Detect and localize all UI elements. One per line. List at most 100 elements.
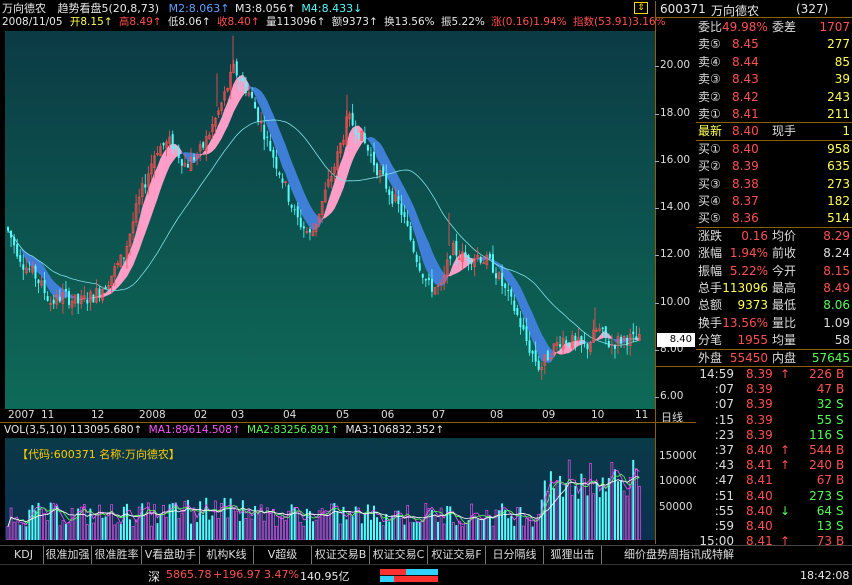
m4-value: M4:8.433↓ [301,2,363,15]
volume-bar [336,510,339,540]
tick-row[interactable]: :55 8.40 ↓ 64 S [696,504,852,519]
outer-inner-row[interactable]: 外盘 55450 内盘 57645 [696,350,852,367]
indicator-tab[interactable]: 细价盘势周指讯成特解 [602,546,756,564]
indicator-tab[interactable]: 机构K线(修 [200,546,254,578]
weibi-row[interactable]: 委比 49.98% 委差 1707 [696,19,852,36]
candle-body [296,206,299,218]
tick-price: 8.39 [746,367,773,381]
bid-row[interactable]: 买③ 8.38 273 [696,176,852,193]
stat-row[interactable]: 涨幅 1.94% 前收 8.24 [696,245,852,262]
stat-value: 113096 [722,281,768,295]
candle-body [626,337,629,346]
tick-row[interactable]: 14:59 8.39 ↑ 226 B [696,367,852,382]
indicator-tab[interactable]: 狐狸出击 [544,546,602,564]
indicator-tab[interactable]: V超级MACD [254,546,312,578]
candle-body [299,217,302,228]
volume-tick-label: 150000 [659,450,700,462]
tick-row[interactable]: :59 8.40 13 S [696,519,852,534]
volume-bar [223,497,226,540]
tick-row[interactable]: :07 8.39 47 B [696,382,852,397]
tick-row[interactable]: :43 8.41 ↑ 240 B [696,458,852,473]
stock-name-side: 万向德农 [711,4,760,18]
volume-bar [418,522,421,540]
expand-icon[interactable]: ⇕ [634,2,648,14]
market-turnover: 140.95亿 [300,570,350,583]
candle-body [510,289,513,297]
trend-ribbon-segment [38,260,42,277]
candlestick-chart[interactable] [5,31,655,409]
indicator-tab[interactable]: 很准胜率 [92,546,142,564]
indicator-tab[interactable]: 日分隔线 [486,546,544,564]
time-tick-label: 08 [490,409,504,421]
tick-row[interactable]: :37 8.40 ↑ 544 B [696,443,852,458]
price-tick-label: 20.00 [660,59,691,72]
candle-body [580,336,583,344]
bid-volume: 514 [827,211,850,226]
ask-row[interactable]: 卖④ 8.44 85 [696,54,852,71]
tick-volume: 47 [816,382,832,397]
ask-row[interactable]: 卖③ 8.43 39 [696,71,852,88]
bid-row[interactable]: 买⑤ 8.36 514 [696,210,852,227]
price-tick-label: 18.00 [660,106,691,119]
ask-row[interactable]: 卖⑤ 8.45 277 [696,36,852,53]
candle-body [586,343,589,350]
volume-bar [430,509,433,540]
candle-body [171,134,174,150]
clock: 18:42:08 [800,569,850,582]
ask-price: 8.42 [732,89,759,104]
xianshou-label: 现手 [772,124,797,139]
tick-row[interactable]: :23 8.39 116 S [696,428,852,443]
candle-body [244,81,247,93]
ask-row[interactable]: 卖② 8.42 243 [696,89,852,106]
ask-level-label: 卖① [698,107,721,121]
indicator-name: 趋势看盘5(20,8,73) [57,2,160,15]
tick-row[interactable]: :51 8.40 273 S [696,489,852,504]
tick-row[interactable]: :47 8.41 67 B [696,473,852,488]
tick-volume: 116 [809,427,832,442]
ma2-label: MA2:83256.891↑ [247,424,340,436]
volume-bar [129,519,131,540]
volume-bar [519,507,522,540]
candle-body [98,288,101,297]
stat-label: 最高 [772,281,797,295]
volume-bar [488,516,491,540]
candle-body [388,189,391,195]
indicator-tab[interactable]: 权证交易F [428,546,486,564]
stat-row[interactable]: 换手 13.56% 量比 1.09 [696,315,852,332]
stat-row[interactable]: 总手 113096 最高 8.49 [696,280,852,297]
quote-panel: 600371 万向德农 (327) 委比 49.98% 委差 1707 卖⑤ 8.45 27… [656,0,852,563]
price-tick [655,349,659,351]
tick-row[interactable]: :07 8.39 32 S [696,397,852,412]
price-tick [655,208,659,210]
stat-row[interactable]: 涨跌 0.16 均价 8.29 [696,228,852,245]
indicator-tab[interactable]: 权证交易B [312,546,370,564]
stat-row[interactable]: 振幅 5.22% 今开 8.15 [696,263,852,280]
volume-bar [196,522,199,540]
tick-row[interactable]: :15 8.39 55 S [696,413,852,428]
tick-arrow: ↑ [780,367,791,381]
volume-bar [363,512,366,540]
tick-time: :07 [714,397,734,412]
ask-row[interactable]: 卖① 8.41 211 [696,106,852,123]
volume-bar [104,516,107,540]
stat-row[interactable]: 总额 9373 最低 8.06 [696,297,852,314]
volume-bar [613,469,616,540]
tick-side: S [836,427,844,442]
bid-row[interactable]: 买④ 8.37 182 [696,193,852,210]
indicator-tab[interactable]: KDJ [4,546,44,564]
inner-value: 57645 [811,350,850,365]
bid-row[interactable]: 买② 8.39 635 [696,158,852,175]
indicator-tab[interactable]: V看盘助手 [142,546,200,564]
latest-row[interactable]: 最新 8.40 现手 1 [696,123,852,140]
indicator-tab[interactable]: 很准加强 [44,546,92,564]
stat-row[interactable]: 分笔 1955 均量 58 [696,332,852,349]
candle-body [421,274,424,278]
bid-row[interactable]: 买① 8.40 958 [696,141,852,158]
tick-price: 8.40 [746,443,773,457]
price-tick [655,66,659,68]
bid-level-label: 买① [698,141,721,156]
candle-body [122,257,125,259]
candle-body [64,288,67,292]
candle-body [507,289,510,291]
indicator-tab[interactable]: 权证交易C [370,546,428,564]
